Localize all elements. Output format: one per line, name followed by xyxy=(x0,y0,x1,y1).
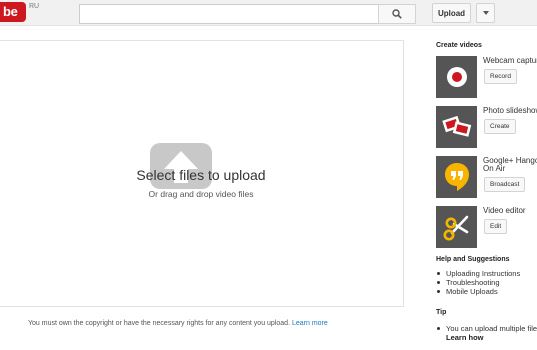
search-icon xyxy=(392,9,402,19)
create-videos-heading: Create videos xyxy=(436,42,482,49)
scissors-icon xyxy=(443,215,468,241)
tip-list: You can upload multiple files at once. L… xyxy=(436,324,537,342)
webcam-thumbnail[interactable] xyxy=(436,56,477,98)
record-button[interactable]: Record xyxy=(484,69,517,84)
search-input[interactable] xyxy=(79,4,378,24)
video-editor-label: Video editor xyxy=(483,206,526,215)
youtube-logo[interactable]: be xyxy=(0,2,26,22)
tip-heading: Tip xyxy=(436,309,447,316)
sidebar: Create videos Webcam capture Record xyxy=(436,40,537,350)
caret-down-icon xyxy=(482,11,489,15)
tool-webcam-capture: Webcam capture Record xyxy=(436,56,537,100)
broadcast-button[interactable]: Broadcast xyxy=(484,177,526,192)
help-links-list: Uploading Instructions Troubleshooting M… xyxy=(436,269,537,296)
hangouts-thumbnail[interactable] xyxy=(436,156,477,198)
webcam-capture-label: Webcam capture xyxy=(483,56,537,65)
list-item: Troubleshooting xyxy=(436,278,537,287)
upload-button[interactable]: Upload xyxy=(432,3,471,23)
hangouts-icon xyxy=(444,163,469,191)
learn-more-link[interactable]: Learn more xyxy=(292,320,328,327)
record-icon xyxy=(446,67,467,87)
upload-drop-zone[interactable]: Select files to upload Or drag and drop … xyxy=(0,40,404,307)
uploading-instructions-link[interactable]: Uploading Instructions xyxy=(446,269,520,278)
search-button[interactable] xyxy=(378,4,416,24)
upload-menu-button[interactable] xyxy=(476,3,495,23)
copyright-notice: You must own the copyright or have the n… xyxy=(28,320,328,327)
edit-button[interactable]: Edit xyxy=(484,219,508,234)
tip-text: You can upload multiple files at once. xyxy=(446,324,537,333)
hangouts-label: Google+ Hangouts On Air xyxy=(483,157,537,173)
list-item: You can upload multiple files at once. L… xyxy=(436,324,537,342)
photo-slideshow-label: Photo slideshow xyxy=(483,106,537,115)
create-button[interactable]: Create xyxy=(484,119,516,134)
tool-hangouts-on-air: Google+ Hangouts On Air Broadcast xyxy=(436,156,537,200)
help-suggestions-heading: Help and Suggestions xyxy=(436,256,510,263)
masthead: be RU Upload xyxy=(0,0,537,26)
learn-how-link[interactable]: Learn how xyxy=(446,333,484,342)
photos-icon xyxy=(441,115,471,137)
troubleshooting-link[interactable]: Troubleshooting xyxy=(446,278,500,287)
slideshow-thumbnail[interactable] xyxy=(436,106,477,148)
tool-video-editor: Video editor Edit xyxy=(436,206,537,250)
mobile-uploads-link[interactable]: Mobile Uploads xyxy=(446,287,498,296)
list-item: Mobile Uploads xyxy=(436,287,537,296)
drag-drop-hint: Or drag and drop video files xyxy=(148,189,254,199)
hangouts-label-line2: On Air xyxy=(483,164,506,173)
list-item: Uploading Instructions xyxy=(436,269,537,278)
tool-photo-slideshow: Photo slideshow Create xyxy=(436,106,537,150)
select-files-title[interactable]: Select files to upload xyxy=(0,167,403,183)
region-label: RU xyxy=(29,3,40,10)
copyright-text: You must own the copyright or have the n… xyxy=(28,320,291,327)
video-editor-thumbnail[interactable] xyxy=(436,206,477,248)
